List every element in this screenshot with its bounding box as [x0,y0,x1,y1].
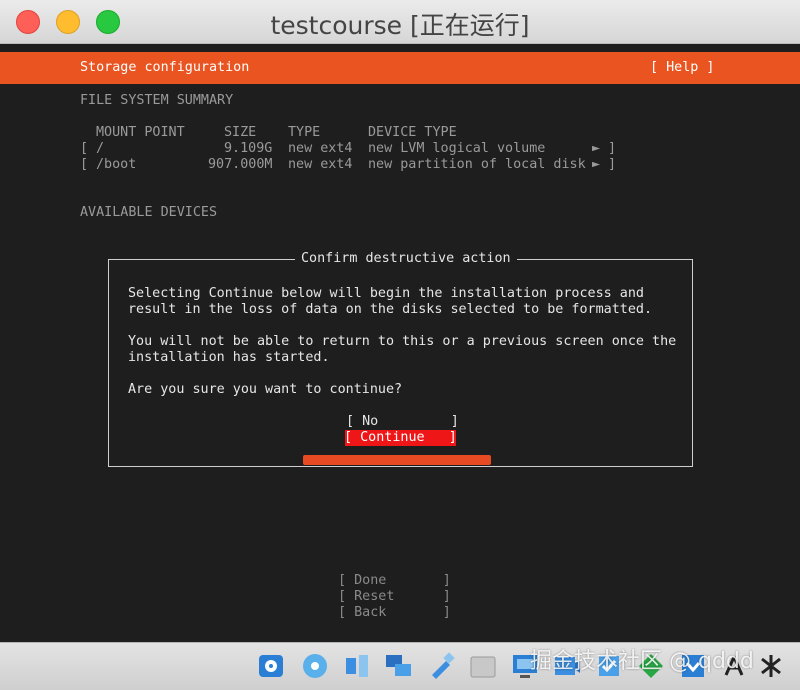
progress-bar [303,455,491,465]
device-type: new LVM logical volume [368,141,546,156]
col-device-type: DEVICE TYPE [368,125,457,140]
row-open-bracket: [ [80,141,89,156]
no-button[interactable]: [ No ] [346,414,459,430]
col-size: SIZE [224,125,257,140]
expand-arrow-icon[interactable]: ► [592,141,600,157]
dialog-text-line: result in the loss of data on the disks … [128,302,653,317]
dialog-text-line: You will not be able to return to this o… [128,334,677,349]
header-title: Storage configuration [80,60,250,75]
mount-point: /boot [96,157,137,172]
dialog-text-line: installation has started. [128,350,330,365]
size-value: 907.000M [208,157,273,172]
audio-icon[interactable] [342,651,372,681]
done-button[interactable]: [ Done ] [338,573,451,589]
continue-button[interactable]: [ Continue ] [344,430,457,446]
fs-summary-heading: FILE SYSTEM SUMMARY [80,93,234,108]
vm-console-screen: Storage configuration [ Help ] FILE SYST… [0,44,800,642]
dialog-title: Confirm destructive action [295,251,517,267]
usb-icon[interactable] [426,651,456,681]
watermark: 掘金技术社区 @ qddd [530,649,754,674]
col-type: TYPE [288,125,321,140]
fs-type: new ext4 [288,141,353,156]
host-key-icon[interactable] [756,651,786,681]
expand-arrow-icon[interactable]: ► [592,157,600,173]
back-button[interactable]: [ Back ] [338,605,451,621]
help-button[interactable]: [ Help ] [650,60,715,76]
row-close-bracket: ] [608,157,617,172]
col-mount-point: MOUNT POINT [96,125,185,140]
size-value: 9.109G [224,141,273,156]
optical-disc-icon[interactable] [300,651,330,681]
row-open-bracket: [ [80,157,89,172]
mount-point: / [96,141,105,156]
fs-type: new ext4 [288,157,353,172]
installer-header: Storage configuration [ Help ] [0,52,800,84]
shared-folder-icon[interactable] [468,651,498,681]
confirm-dialog: Confirm destructive action Selecting Con… [108,251,693,467]
available-devices-heading: AVAILABLE DEVICES [80,205,218,220]
vm-status-bar: 掘金技术社区 @ qddd [0,642,800,690]
device-type: new partition of local disk [368,157,586,172]
dialog-question: Are you sure you want to continue? [128,382,403,397]
hard-disk-icon[interactable] [256,651,286,681]
row-close-bracket: ] [608,141,617,156]
network-icon[interactable] [384,651,414,681]
window-titlebar: testcourse [正在运行] [0,0,800,44]
dialog-text-line: Selecting Continue below will begin the … [128,286,644,301]
reset-button[interactable]: [ Reset ] [338,589,451,605]
window-title: testcourse [正在运行] [270,11,530,40]
